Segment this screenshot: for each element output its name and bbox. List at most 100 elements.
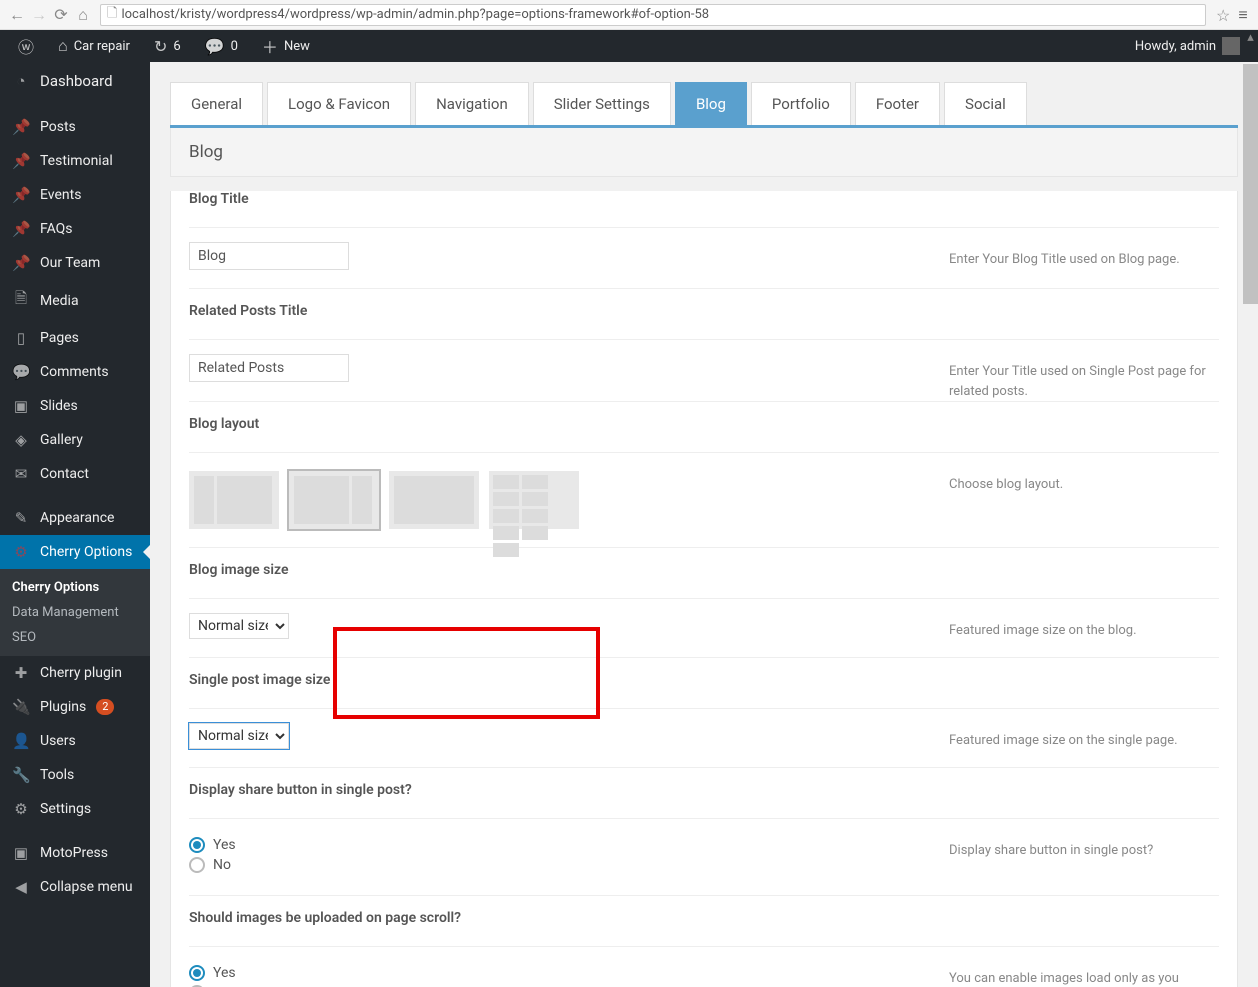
- sidebar-item-slides[interactable]: ▣Slides: [0, 389, 150, 423]
- bookmark-icon[interactable]: ☆: [1216, 6, 1234, 24]
- sidebar-item-cherry-plugin[interactable]: ✚Cherry plugin: [0, 656, 150, 690]
- menu-icon: ◈: [12, 431, 30, 449]
- my-account[interactable]: Howdy, admin: [1127, 30, 1248, 62]
- new-content[interactable]: ＋ New: [254, 30, 318, 62]
- layout-option-grid[interactable]: [489, 471, 579, 529]
- tab-footer[interactable]: Footer: [855, 82, 940, 125]
- updates-count: 6: [173, 39, 180, 54]
- browser-menu-icon[interactable]: ≡: [1234, 6, 1252, 24]
- radio-icon: [189, 965, 205, 981]
- comment-icon: 💬: [205, 37, 225, 56]
- cherry-icon: ⚙: [12, 543, 30, 561]
- comments-count: 0: [231, 39, 238, 54]
- sidebar-item-label: Comments: [40, 364, 109, 380]
- radio-icon: [189, 837, 205, 853]
- menu-icon: 📌: [12, 254, 30, 272]
- sidebar-item-label: Our Team: [40, 255, 100, 271]
- sidebar-item-posts[interactable]: 📌Posts: [0, 110, 150, 144]
- share-no-radio[interactable]: No: [189, 857, 939, 873]
- sidebar-subitem-cherry-options[interactable]: Cherry Options: [0, 575, 150, 600]
- sidebar-item-gallery[interactable]: ◈Gallery: [0, 423, 150, 457]
- option-help: Featured image size on the single page.: [939, 709, 1219, 767]
- blog-title-input[interactable]: [189, 242, 349, 270]
- url-text: localhost/kristy/wordpress4/wordpress/wp…: [121, 7, 709, 22]
- related-posts-title-input[interactable]: [189, 354, 349, 382]
- sidebar-item-media[interactable]: 🗎Media: [0, 280, 150, 321]
- home-icon[interactable]: ⌂: [72, 4, 94, 26]
- page-icon: 🗋: [107, 4, 117, 26]
- sidebar-item-comments[interactable]: 💬 Comments: [0, 355, 150, 389]
- tab-logo-favicon[interactable]: Logo & Favicon: [267, 82, 411, 125]
- menu-icon: 📌: [12, 186, 30, 204]
- sidebar-item-events[interactable]: 📌 Events: [0, 178, 150, 212]
- wordpress-icon: ⓦ: [18, 34, 34, 58]
- url-bar[interactable]: 🗋 localhost/kristy/wordpress4/wordpress/…: [100, 4, 1206, 26]
- sidebar-item-motopress[interactable]: ▣MotoPress: [0, 836, 150, 870]
- radio-label: Yes: [213, 837, 236, 853]
- tab-portfolio[interactable]: Portfolio: [751, 82, 851, 125]
- sidebar-item-our-team[interactable]: 📌 Our Team: [0, 246, 150, 280]
- wp-logo[interactable]: ⓦ: [10, 30, 42, 62]
- sidebar-item-testimonial[interactable]: 📌Testimonial: [0, 144, 150, 178]
- menu-icon: 💬: [12, 363, 30, 381]
- sidebar-item-label: Appearance: [40, 510, 114, 526]
- single-post-image-size-select[interactable]: Normal size: [189, 723, 289, 749]
- sidebar-item-faqs[interactable]: 📌FAQs: [0, 212, 150, 246]
- menu-icon: 👤: [12, 732, 30, 750]
- reload-icon[interactable]: ⟳: [50, 4, 72, 26]
- forward-icon[interactable]: →: [28, 4, 50, 26]
- option-help: You can enable images load only as you s…: [939, 947, 1219, 987]
- back-icon[interactable]: ←: [6, 4, 28, 26]
- tab-blog[interactable]: Blog: [675, 82, 747, 125]
- sidebar-item-contact[interactable]: ✉Contact: [0, 457, 150, 491]
- option-label: Related Posts Title: [189, 303, 1219, 319]
- sidebar-item-settings[interactable]: ⚙Settings: [0, 792, 150, 826]
- sidebar-item-dashboard[interactable]: ◔Dashboard: [0, 62, 150, 100]
- sidebar-item-label: Cherry Options: [40, 544, 132, 560]
- menu-icon: ◔: [12, 72, 30, 90]
- option-help: Choose blog layout.: [939, 453, 1219, 547]
- motopress-icon: ▣: [12, 844, 30, 862]
- share-yes-radio[interactable]: Yes: [189, 837, 939, 853]
- updates[interactable]: ↻6: [146, 30, 189, 62]
- collapse-icon: ◀: [12, 878, 30, 896]
- menu-icon: 📌: [12, 152, 30, 170]
- sidebar-item-users[interactable]: 👤Users: [0, 724, 150, 758]
- updates-icon: ↻: [154, 37, 167, 56]
- howdy-text: Howdy, admin: [1135, 39, 1216, 54]
- blog-image-size-select[interactable]: Normal size: [189, 613, 289, 639]
- sidebar-subitem-data-management[interactable]: Data Management: [0, 600, 150, 625]
- comments-pending[interactable]: 💬0: [197, 30, 246, 62]
- browser-chrome: ← → ⟳ ⌂ 🗋 localhost/kristy/wordpress4/wo…: [0, 0, 1258, 30]
- tab-slider-settings[interactable]: Slider Settings: [533, 82, 671, 125]
- menu-icon: 📌: [12, 220, 30, 238]
- sidebar-item-label: Slides: [40, 398, 78, 414]
- tab-general[interactable]: General: [170, 82, 263, 125]
- layout-option-fullwidth[interactable]: [389, 471, 479, 529]
- layout-option-left-sidebar[interactable]: [189, 471, 279, 529]
- content-scrollbar[interactable]: [1243, 62, 1258, 987]
- sidebar-item-appearance[interactable]: ✎Appearance: [0, 501, 150, 535]
- option-label: Blog layout: [189, 416, 1219, 432]
- sidebar-subitem-seo[interactable]: SEO: [0, 625, 150, 650]
- menu-icon: 🔌: [12, 698, 30, 716]
- sidebar-item-label: Events: [40, 187, 81, 203]
- radio-label: Yes: [213, 965, 236, 981]
- scroll-up-icon[interactable]: ▴: [1243, 30, 1258, 62]
- site-name[interactable]: ⌂Car repair: [50, 30, 138, 62]
- option-label: Blog image size: [189, 562, 1219, 578]
- sidebar-item-cherry-options[interactable]: ⚙ Cherry Options: [0, 535, 150, 569]
- sidebar-item-plugins[interactable]: 🔌Plugins 2: [0, 690, 150, 724]
- sidebar-item-tools[interactable]: 🔧Tools: [0, 758, 150, 792]
- new-label: New: [284, 39, 310, 54]
- plus-icon: ＋: [262, 34, 278, 58]
- lazyload-yes-radio[interactable]: Yes: [189, 965, 939, 981]
- layout-option-right-sidebar[interactable]: [289, 471, 379, 529]
- content-area: GeneralLogo & FaviconNavigationSlider Se…: [150, 62, 1258, 987]
- option-help: Featured image size on the blog.: [939, 599, 1219, 657]
- sidebar-item-pages[interactable]: ▯Pages: [0, 321, 150, 355]
- avatar: [1222, 37, 1240, 55]
- collapse-menu[interactable]: ◀Collapse menu: [0, 870, 150, 904]
- tab-social[interactable]: Social: [944, 82, 1027, 125]
- tab-navigation[interactable]: Navigation: [415, 82, 529, 125]
